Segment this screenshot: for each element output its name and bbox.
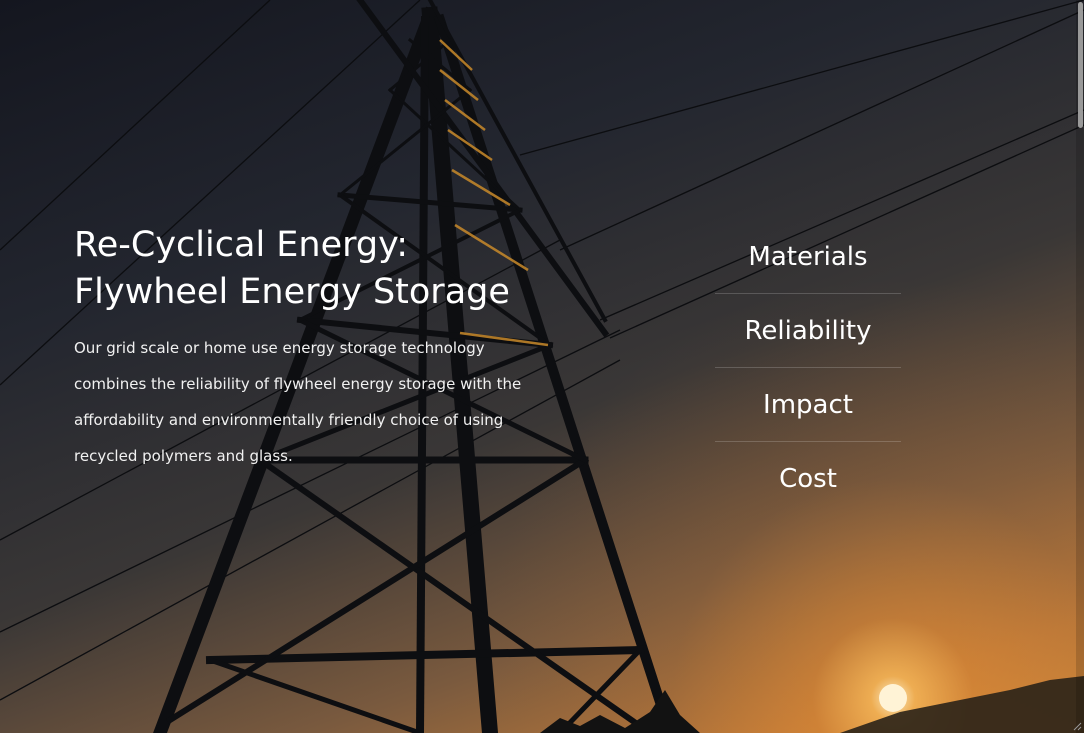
scrollbar[interactable] — [1076, 0, 1084, 733]
title-line-1: Re-Cyclical Energy: — [74, 225, 409, 265]
hills — [840, 676, 1084, 733]
hero-content: Re-Cyclical Energy: Flywheel Energy Stor… — [74, 222, 544, 474]
nav-item-cost[interactable]: Cost — [715, 442, 901, 515]
hero-section: Re-Cyclical Energy: Flywheel Energy Stor… — [0, 0, 1084, 733]
scrollbar-thumb[interactable] — [1078, 2, 1083, 128]
nav-item-impact[interactable]: Impact — [715, 368, 901, 442]
sun-icon — [879, 684, 907, 712]
hero-description: Our grid scale or home use energy storag… — [74, 339, 522, 465]
section-nav: Materials Reliability Impact Cost — [715, 220, 901, 515]
nav-item-reliability[interactable]: Reliability — [715, 294, 901, 368]
title-line-2: Flywheel Energy Storage — [74, 272, 510, 312]
resize-grip-icon[interactable] — [1072, 721, 1082, 731]
page-title: Re-Cyclical Energy: Flywheel Energy Stor… — [74, 222, 544, 316]
nav-item-materials[interactable]: Materials — [715, 220, 901, 294]
